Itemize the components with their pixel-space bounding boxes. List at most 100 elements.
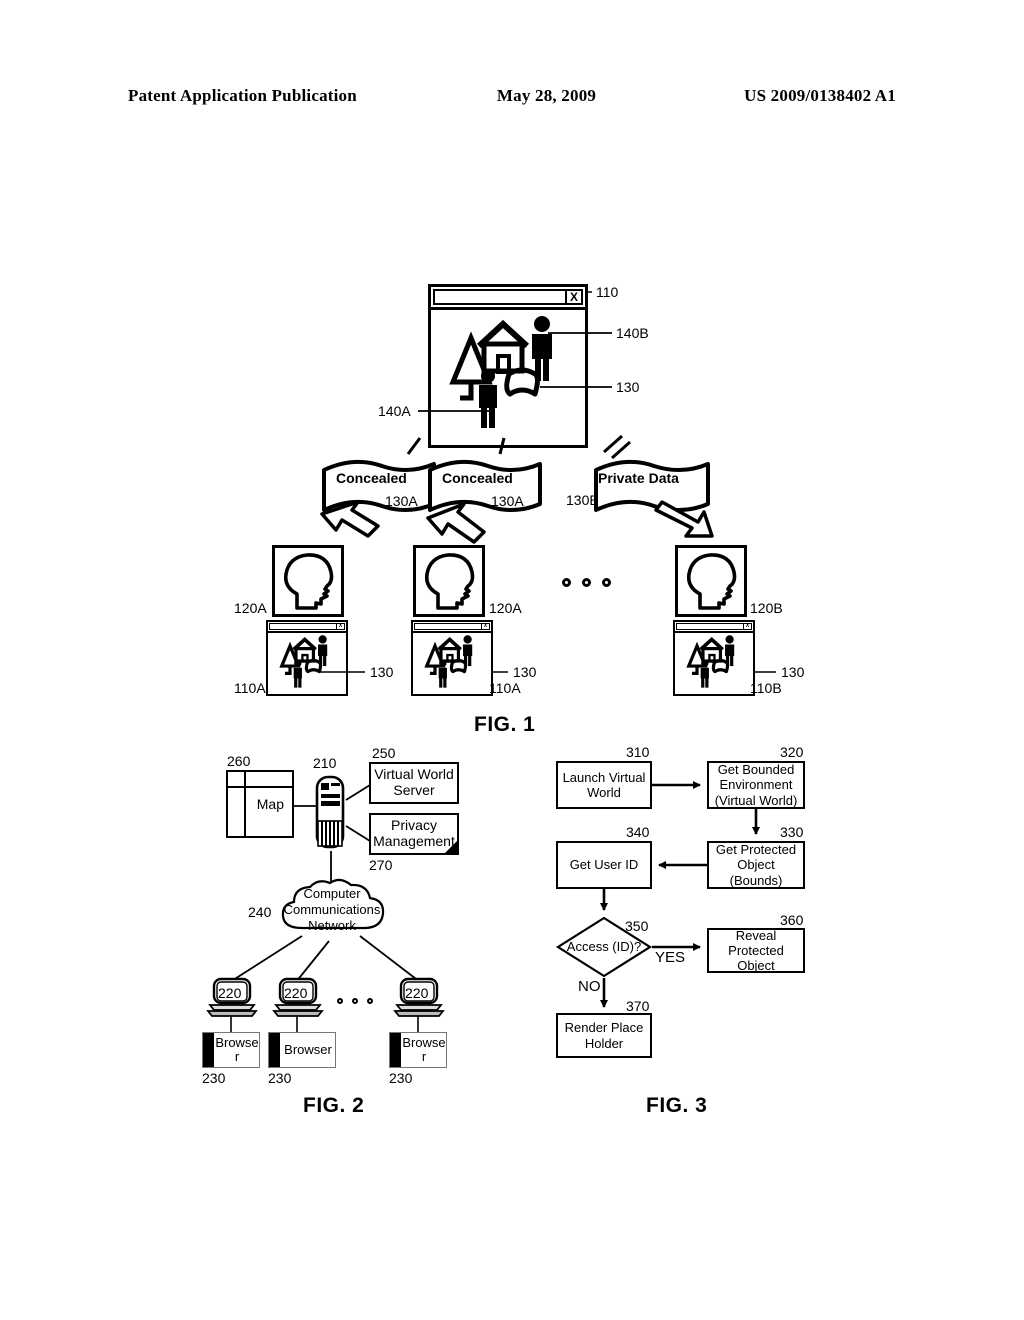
ref-110A-2: 110A (489, 680, 521, 696)
header-date: May 28, 2009 (496, 86, 597, 105)
node-310-launch-virtual-world: Launch Virtual World (556, 761, 652, 809)
ref-140B: 140B (616, 325, 649, 341)
banner-concealed-2 (426, 437, 542, 544)
ref-110: 110 (596, 284, 619, 300)
browser-label-1: Browse r (215, 1035, 259, 1064)
client-canvas-2 (413, 633, 491, 693)
map-row-divider (228, 786, 292, 788)
network-label: Computer Communications Network (278, 886, 386, 934)
user-head-box-3 (675, 545, 747, 617)
ref-320: 320 (780, 744, 804, 760)
ellipsis-dot (582, 578, 591, 587)
fig3-arrows (600, 781, 760, 1008)
ref-270: 270 (369, 857, 393, 873)
house-icon (476, 319, 530, 374)
banner-3-label: Private Data (598, 470, 679, 486)
fig1-caption: FIG. 1 (474, 713, 536, 736)
ref-110A-1: 110A (234, 680, 266, 696)
ref-140A: 140A (378, 403, 411, 419)
browser-sidebar (203, 1033, 214, 1067)
virtual-world-scene-mini (686, 635, 735, 688)
close-icon[interactable]: X (744, 623, 752, 630)
terminal-ref-2: 220 (284, 985, 308, 1001)
ref-240: 240 (248, 904, 272, 920)
ellipsis-dot (602, 578, 611, 587)
client-window-title-bar-2: X (413, 622, 491, 633)
close-icon[interactable]: X (337, 623, 345, 630)
virtual-world-scene-mini (279, 635, 328, 688)
banner-private-data (594, 434, 714, 538)
main-virtual-world-window[interactable]: X (428, 284, 588, 448)
fig1-ellipsis (562, 578, 611, 587)
window-canvas (431, 310, 585, 445)
ref-350: 350 (625, 918, 649, 934)
ellipsis-dot (562, 578, 571, 587)
fig2-connectors (229, 784, 421, 1032)
node-320-get-bounded-environment: Get Bounded Environment (Virtual World) (707, 761, 805, 809)
window-title-field (433, 289, 567, 305)
ref-340: 340 (626, 824, 650, 840)
node-330-get-protected-object: Get Protected Object (Bounds) (707, 841, 805, 889)
fig2-caption: FIG. 2 (303, 1094, 365, 1117)
head-profile-icon (283, 553, 334, 610)
ref-230-2: 230 (268, 1070, 292, 1086)
ref-130-client-3: 130 (781, 664, 805, 680)
ref-110B: 110B (750, 680, 782, 696)
ref-120A-1: 120A (234, 600, 267, 616)
virtual-world-server-box: Virtual World Server (369, 762, 459, 804)
ref-130-client-2: 130 (513, 664, 537, 680)
browser-box-3: Browse r (389, 1032, 447, 1068)
map-label: Map (256, 796, 284, 812)
client-window-3[interactable]: X (673, 620, 755, 696)
node-310-label: Launch Virtual World (562, 769, 646, 800)
head-profile-icon (424, 553, 475, 610)
terminal-ref-3: 220 (405, 985, 429, 1001)
header-patent-number: US 2009/0138402 A1 (744, 86, 896, 105)
page-header: Patent Application Publication May 28, 2… (128, 86, 896, 106)
edge-label-yes: YES (655, 949, 686, 966)
ref-130B: 130B (566, 492, 599, 508)
client-canvas-1 (268, 633, 346, 693)
client-title-field-1 (269, 623, 337, 630)
client-canvas-3 (675, 633, 753, 693)
client-window-1[interactable]: X (266, 620, 348, 696)
node-360-label: Reveal Protected Object (728, 927, 784, 974)
node-340-label: Get User ID (569, 857, 639, 873)
client-window-title-bar-3: X (675, 622, 753, 633)
ref-120B: 120B (750, 600, 783, 616)
browser-box-2: Browser (268, 1032, 336, 1068)
client-window-title-bar-1: X (268, 622, 346, 633)
ellipsis-dot (352, 998, 358, 1004)
ref-310: 310 (626, 744, 650, 760)
node-340-get-user-id: Get User ID (556, 841, 652, 889)
browser-label-3: Browse r (402, 1035, 446, 1064)
ref-370: 370 (626, 998, 650, 1014)
patent-figure-page: Patent Application Publication May 28, 2… (0, 0, 1024, 1320)
client-title-field-2 (414, 623, 482, 630)
node-330-label: Get Protected Object (Bounds) (715, 842, 797, 888)
close-icon[interactable]: X (482, 623, 490, 630)
fig1-client-leaders (320, 671, 776, 673)
folded-corner-icon (445, 841, 457, 853)
avatar-a-icon (479, 369, 497, 428)
privacy-management-box: Privacy Management (369, 813, 459, 855)
banner-1-label: Concealed (336, 470, 407, 486)
browser-sidebar (390, 1033, 401, 1067)
browser-label-2: Browser (284, 1042, 332, 1058)
browser-sidebar (269, 1033, 280, 1067)
ref-260: 260 (227, 753, 251, 769)
ref-360: 360 (780, 912, 804, 928)
banner-2-label: Concealed (442, 470, 513, 486)
fig1-leader-lines (418, 291, 612, 412)
client-window-2[interactable]: X (411, 620, 493, 696)
virtual-world-scene (449, 316, 552, 428)
virtual-world-scene-mini (424, 635, 473, 688)
server-tower-icon (315, 775, 345, 849)
ref-230-3: 230 (389, 1070, 413, 1086)
virtual-world-server-label: Virtual World Server (374, 766, 454, 798)
ref-330: 330 (780, 824, 804, 840)
edge-label-no: NO (578, 978, 601, 995)
close-icon[interactable]: X (567, 289, 583, 305)
network-label-text: Computer Communications Network (283, 886, 381, 933)
ref-210: 210 (313, 755, 337, 771)
